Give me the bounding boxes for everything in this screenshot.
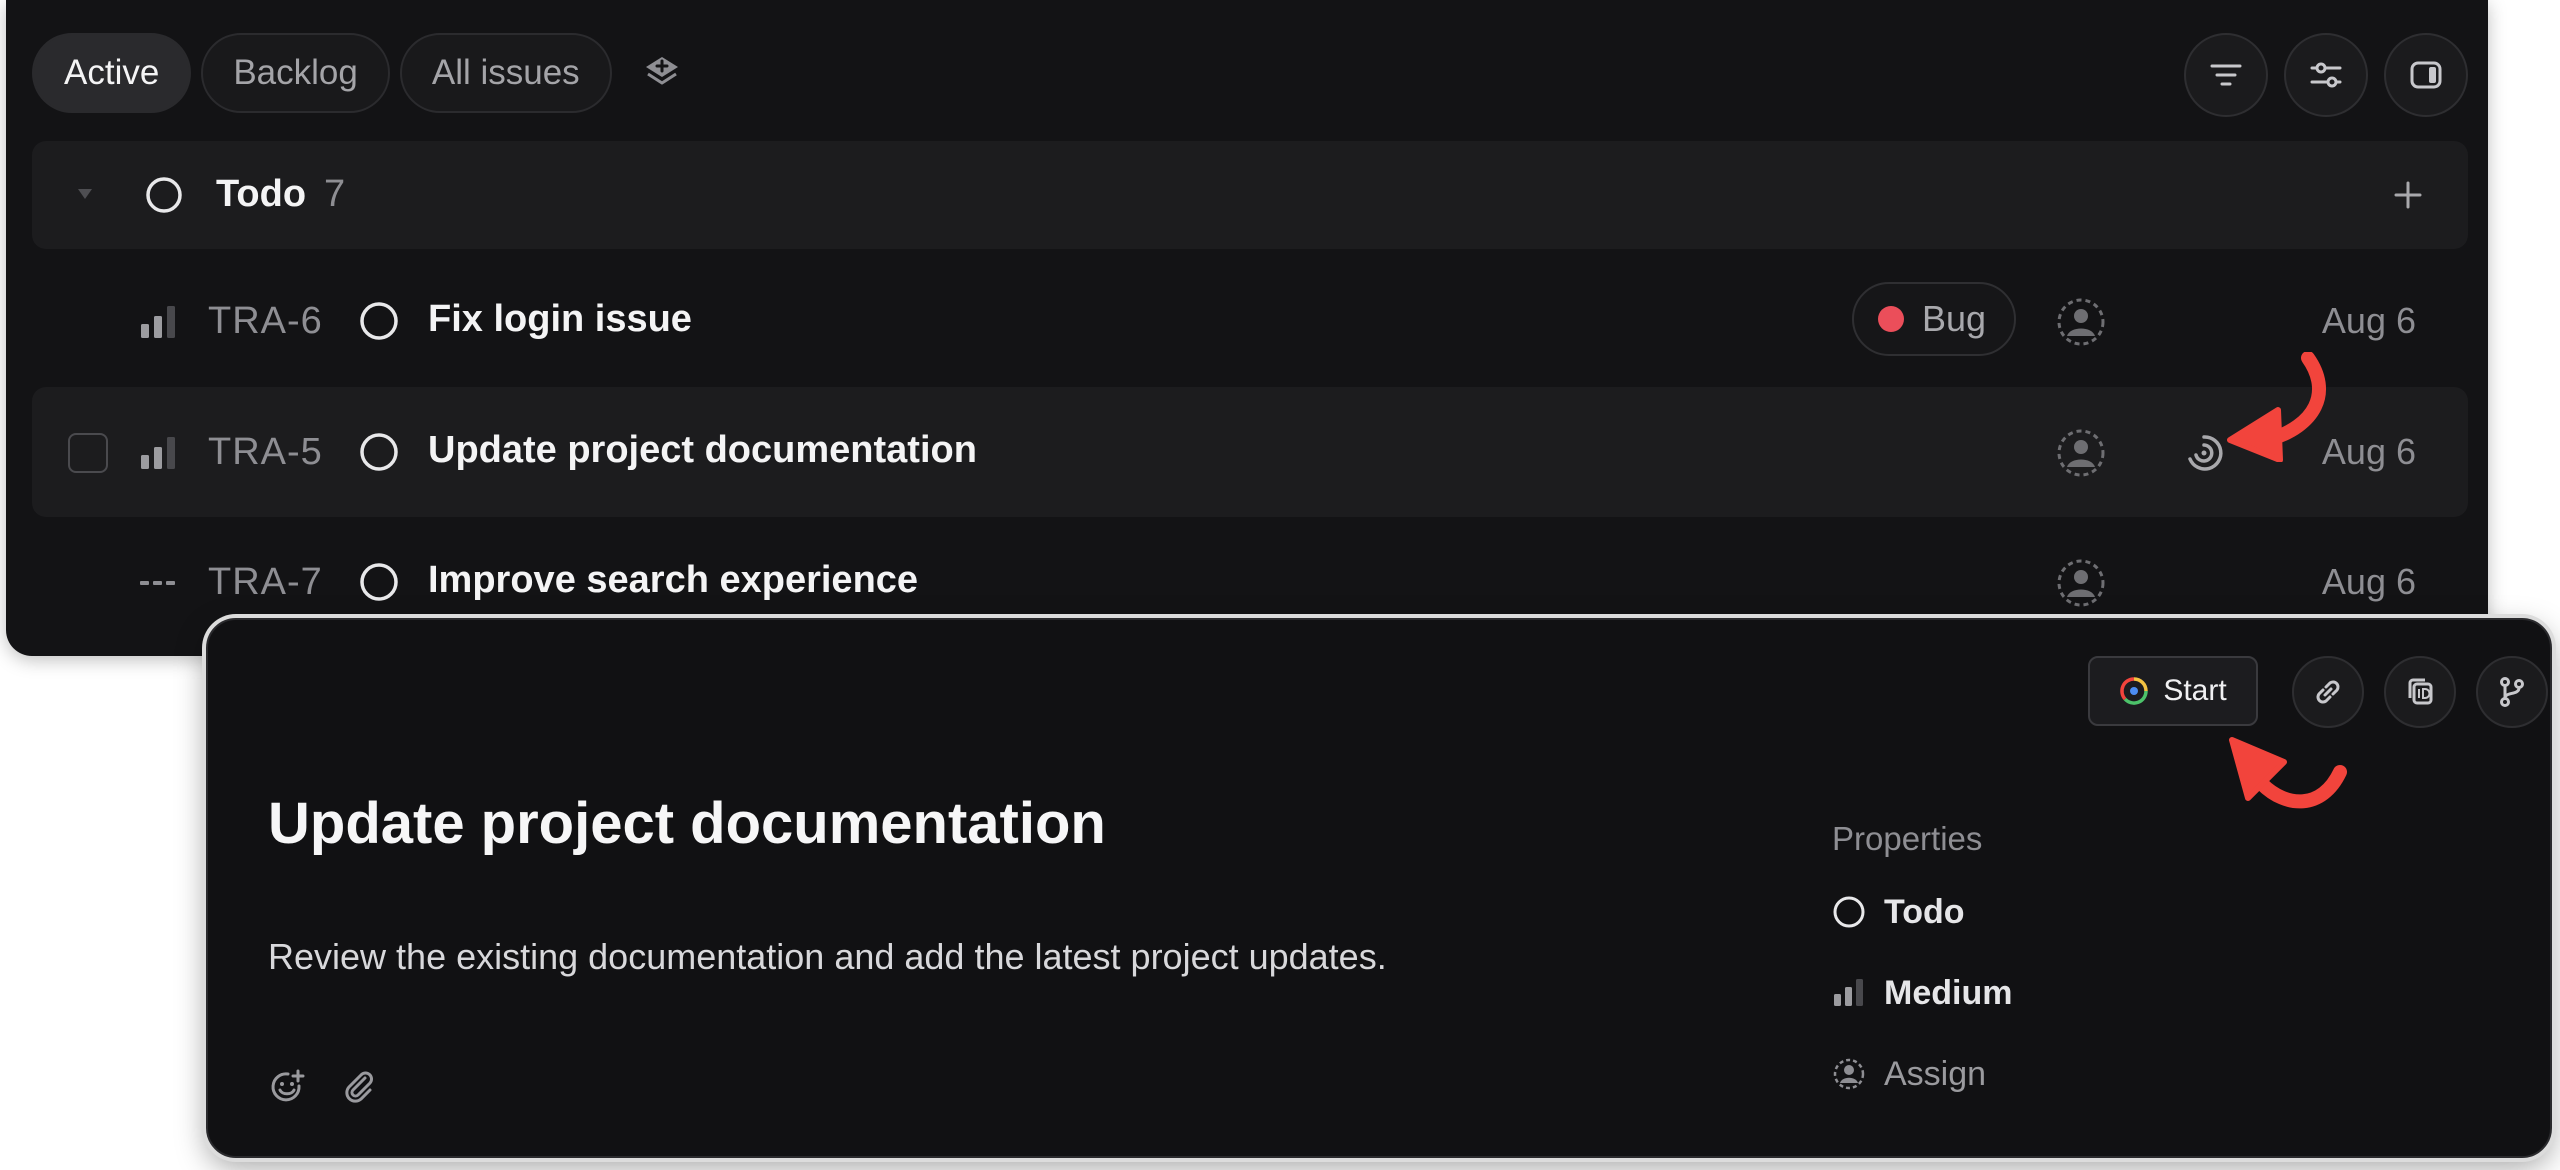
assignee-icon[interactable] [2055,296,2107,348]
group-title: Todo [216,173,307,215]
collapse-caret-icon[interactable] [76,187,94,201]
start-cycle-icon[interactable] [2182,431,2226,475]
copy-id-button[interactable] [2384,656,2456,728]
assignee-icon[interactable] [2055,557,2107,609]
layers-icon[interactable] [622,33,702,113]
properties-section: Properties Todo Medium Assign [1832,820,2012,1129]
tab-backlog[interactable]: Backlog [201,33,390,113]
tab-active-label: Active [64,53,160,92]
priority-value: Medium [1884,973,2013,1012]
label-text: Bug [1922,298,1987,339]
priority-medium-icon[interactable] [138,433,178,473]
display-options-button[interactable] [2284,33,2368,117]
start-button[interactable]: Start [2088,656,2258,726]
git-branch-icon [2495,675,2529,709]
detail-footer [268,1068,378,1106]
emoji-reaction-icon[interactable] [268,1068,306,1106]
label-pill-bug[interactable]: Bug [1852,282,2017,356]
list-toolbar [2184,33,2468,117]
add-issue-icon[interactable] [2388,175,2428,215]
annotation-arrow-icon [2222,732,2352,822]
group-header-todo[interactable]: Todo 7 [32,141,2468,249]
filter-icon [2207,56,2245,94]
assignee-value: Assign [1884,1054,1987,1093]
issue-title[interactable]: Improve search experience [428,559,918,602]
todo-status-icon[interactable] [358,300,400,342]
assignee-icon[interactable] [2055,427,2107,479]
issue-list-panel: Active Backlog All issues Todo 7 TRA-6 F… [6,0,2488,656]
tab-all-issues-label: All issues [431,53,580,92]
copy-id-icon [2403,675,2437,709]
bug-label-dot-icon [1878,306,1904,332]
todo-status-icon[interactable] [358,561,400,603]
annotation-arrow-icon [2222,352,2340,462]
issue-id: TRA-5 [208,431,323,473]
properties-heading: Properties [1832,820,1983,857]
group-count: 7 [324,173,346,215]
detail-title[interactable]: Update project documentation [268,790,1106,857]
issue-detail-panel: Start Update project documentation Revie… [206,618,2552,1158]
side-panel-button[interactable] [2384,33,2468,117]
priority-medium-icon[interactable] [138,302,178,342]
tab-all-issues[interactable]: All issues [399,33,612,113]
issue-date: Aug 6 [2321,561,2416,602]
issue-title[interactable]: Update project documentation [428,429,977,472]
tab-backlog-label: Backlog [233,53,358,92]
copy-branch-button[interactable] [2476,656,2548,728]
no-priority-icon[interactable] [138,563,178,603]
issue-row[interactable]: TRA-5 Update project documentation Aug 6 [32,387,2468,517]
status-value: Todo [1884,892,1965,931]
copy-link-button[interactable] [2292,656,2364,728]
property-status[interactable]: Todo [1832,886,2012,938]
property-assignee[interactable]: Assign [1832,1048,2012,1100]
display-options-icon [2307,56,2345,94]
detail-description[interactable]: Review the existing documentation and ad… [268,936,1387,978]
start-label: Start [2163,674,2227,707]
todo-status-icon[interactable] [358,431,400,473]
issue-id: TRA-6 [208,300,323,342]
todo-status-icon [144,175,184,215]
cycle-progress-icon [2119,676,2149,706]
issue-row[interactable]: TRA-6 Fix login issue Bug Aug 6 [32,256,2468,386]
link-icon [2311,675,2345,709]
issue-checkbox[interactable] [68,433,108,473]
side-panel-icon [2407,56,2445,94]
filter-button[interactable] [2184,33,2268,117]
issue-date: Aug 6 [2321,300,2416,341]
priority-medium-icon [1832,976,1866,1010]
assignee-icon [1832,1057,1866,1091]
property-priority[interactable]: Medium [1832,967,2012,1019]
view-tabs: Active Backlog All issues [32,33,702,113]
issue-title[interactable]: Fix login issue [428,298,692,341]
detail-actions [2292,656,2548,728]
issue-id: TRA-7 [208,561,323,603]
tab-active[interactable]: Active [32,33,192,113]
todo-status-icon [1832,895,1866,929]
attachment-icon[interactable] [340,1068,378,1106]
